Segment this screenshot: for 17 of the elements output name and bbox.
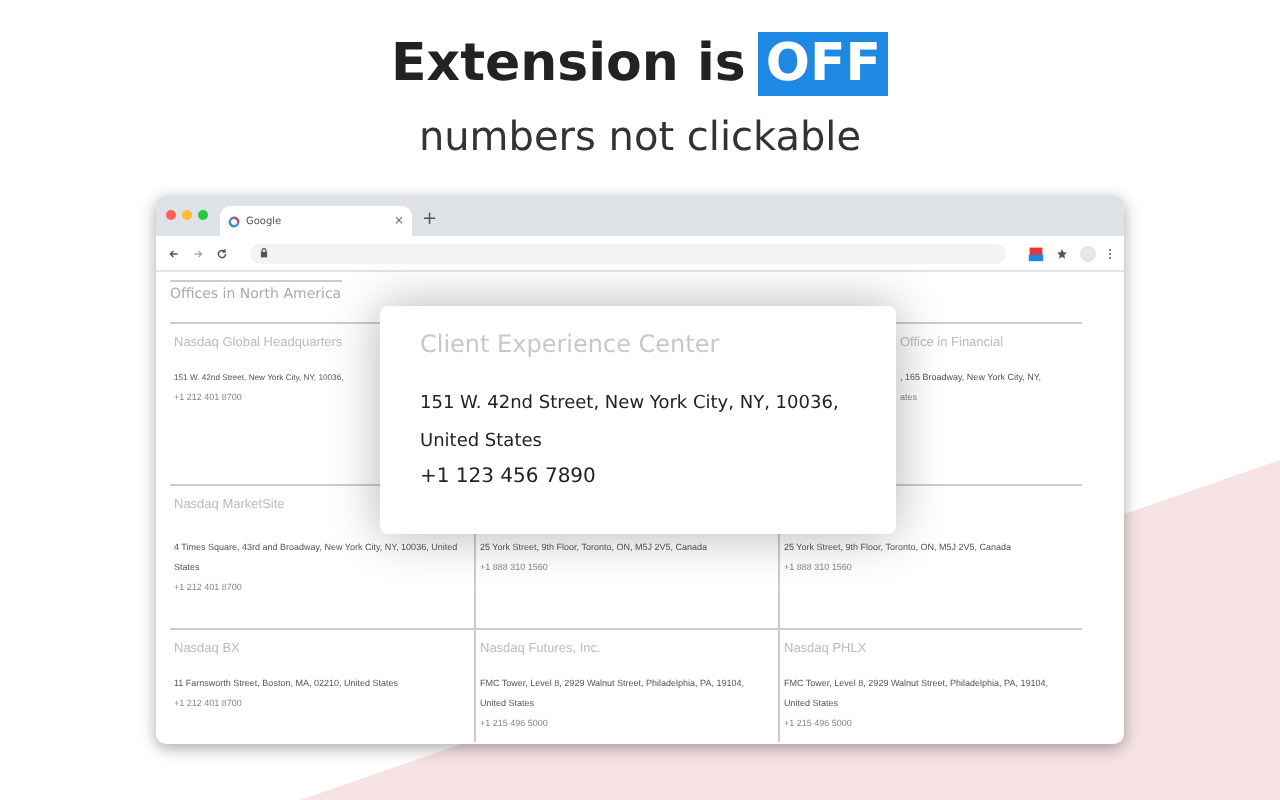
lock-icon <box>260 248 268 258</box>
status-badge: OFF <box>757 32 889 96</box>
forward-icon[interactable] <box>192 247 204 259</box>
reload-icon[interactable] <box>216 247 228 259</box>
favicon-icon <box>228 215 240 227</box>
star-icon[interactable] <box>1056 247 1068 259</box>
minimize-window-icon[interactable] <box>182 210 192 220</box>
close-window-icon[interactable] <box>166 210 176 220</box>
extension-icon[interactable] <box>1028 245 1044 261</box>
popup-phone: +1 123 456 7890 <box>420 466 598 488</box>
new-tab-button[interactable]: + <box>422 212 438 230</box>
back-icon[interactable] <box>168 247 180 259</box>
profile-avatar[interactable] <box>1080 245 1096 261</box>
maximize-window-icon[interactable] <box>198 210 208 220</box>
popup-address: 151 W. 42nd Street, New York City, NY, 10036, United States <box>420 392 841 456</box>
subtitle: numbers not clickable <box>418 112 862 160</box>
headline: Extension is <box>391 34 746 94</box>
